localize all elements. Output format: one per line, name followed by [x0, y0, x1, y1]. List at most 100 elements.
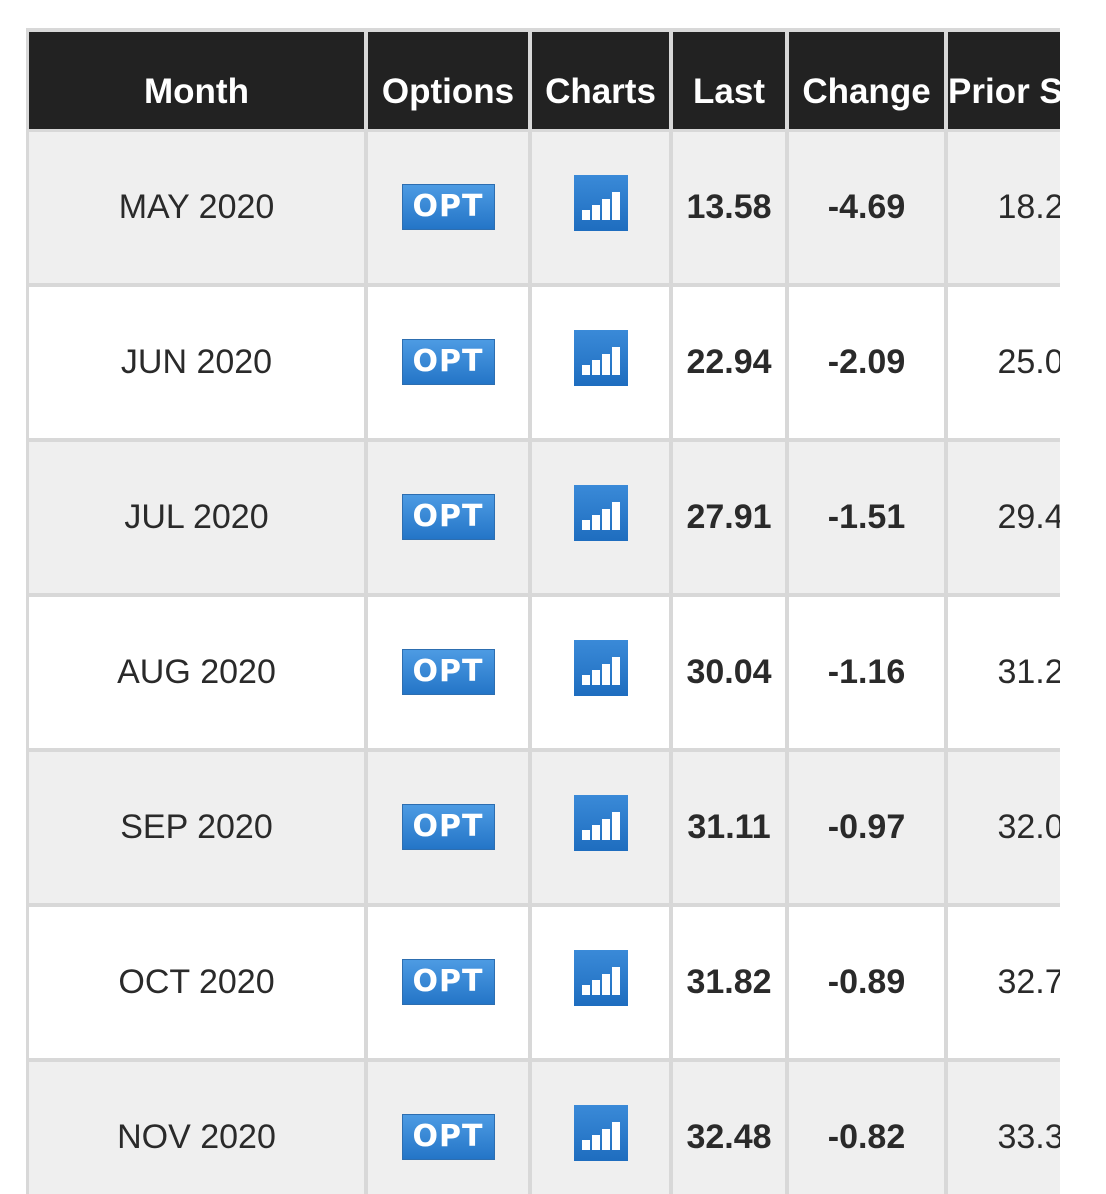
opt-button[interactable]: OPT	[401, 183, 495, 230]
chart-icon-bar	[611, 346, 620, 375]
charts-cell	[532, 442, 673, 597]
table-row: JUL 2020 OPT 27.91-1.5129.42	[26, 442, 1060, 597]
chart-icon-bar	[591, 979, 600, 995]
chart-icon-bar	[581, 1139, 590, 1150]
charts-cell	[532, 132, 673, 287]
chart-icon-bar	[581, 209, 590, 220]
chart-icon-bar	[581, 829, 590, 840]
opt-button[interactable]: OPT	[401, 493, 495, 540]
prior-settle-cell: 18.27	[948, 132, 1060, 287]
last-price-cell: 27.91	[673, 442, 789, 597]
last-price-cell: 31.11	[673, 752, 789, 907]
table-row: NOV 2020 OPT 32.48-0.8233.30	[26, 1062, 1060, 1194]
chart-icon-bar	[601, 508, 610, 530]
header-last[interactable]: Last	[673, 28, 789, 132]
chart-icon-bar	[591, 204, 600, 220]
chart-icon-bar	[581, 674, 590, 685]
last-price-cell: 30.04	[673, 597, 789, 752]
last-price-cell: 32.48	[673, 1062, 789, 1194]
prior-settle-cell: 29.42	[948, 442, 1060, 597]
table-row: AUG 2020 OPT 30.04-1.1631.20	[26, 597, 1060, 752]
futures-quotes-table: Month Options Charts Last Change Prior S…	[26, 28, 1060, 1194]
bar-chart-icon[interactable]	[573, 484, 628, 541]
chart-icon-bar	[601, 663, 610, 685]
prior-settle-cell: 32.71	[948, 907, 1060, 1062]
chart-icon-bar	[611, 1121, 620, 1150]
month-cell: JUN 2020	[26, 287, 368, 442]
prior-settle-cell: 32.08	[948, 752, 1060, 907]
change-cell: -0.97	[789, 752, 948, 907]
table-row: JUN 2020 OPT 22.94-2.0925.03	[26, 287, 1060, 442]
bar-chart-icon[interactable]	[573, 329, 628, 386]
header-prior-settle[interactable]: Prior S	[948, 28, 1060, 132]
month-cell: AUG 2020	[26, 597, 368, 752]
chart-icon-bar	[581, 984, 590, 995]
change-cell: -1.51	[789, 442, 948, 597]
options-cell: OPT	[368, 907, 532, 1062]
table-row: SEP 2020 OPT 31.11-0.9732.08	[26, 752, 1060, 907]
options-cell: OPT	[368, 752, 532, 907]
options-cell: OPT	[368, 132, 532, 287]
options-cell: OPT	[368, 442, 532, 597]
chart-icon-bar	[611, 501, 620, 530]
chart-icon-bar	[591, 359, 600, 375]
header-options[interactable]: Options	[368, 28, 532, 132]
opt-button[interactable]: OPT	[401, 338, 495, 385]
chart-icon-bar	[611, 966, 620, 995]
last-price-cell: 31.82	[673, 907, 789, 1062]
header-month[interactable]: Month	[26, 28, 368, 132]
charts-cell	[532, 287, 673, 442]
change-cell: -4.69	[789, 132, 948, 287]
month-cell: SEP 2020	[26, 752, 368, 907]
prior-settle-cell: 25.03	[948, 287, 1060, 442]
change-cell: -1.16	[789, 597, 948, 752]
options-cell: OPT	[368, 1062, 532, 1194]
last-price-cell: 13.58	[673, 132, 789, 287]
bar-chart-icon[interactable]	[573, 174, 628, 231]
chart-icon-bar	[601, 1128, 610, 1150]
header-row: Month Options Charts Last Change Prior S	[26, 28, 1060, 132]
opt-button[interactable]: OPT	[401, 648, 495, 695]
charts-cell	[532, 1062, 673, 1194]
bar-chart-icon[interactable]	[573, 949, 628, 1006]
opt-button[interactable]: OPT	[401, 1113, 495, 1160]
bar-chart-icon[interactable]	[573, 639, 628, 696]
charts-cell	[532, 752, 673, 907]
change-cell: -0.89	[789, 907, 948, 1062]
options-cell: OPT	[368, 597, 532, 752]
table-row: OCT 2020 OPT 31.82-0.8932.71	[26, 907, 1060, 1062]
change-cell: -0.82	[789, 1062, 948, 1194]
opt-button[interactable]: OPT	[401, 958, 495, 1005]
chart-icon-bar	[601, 973, 610, 995]
chart-icon-bar	[591, 669, 600, 685]
last-price-cell: 22.94	[673, 287, 789, 442]
options-cell: OPT	[368, 287, 532, 442]
chart-icon-bar	[601, 353, 610, 375]
bar-chart-icon[interactable]	[573, 1104, 628, 1161]
month-cell: JUL 2020	[26, 442, 368, 597]
table-row: MAY 2020 OPT 13.58-4.6918.27	[26, 132, 1060, 287]
chart-icon-bar	[591, 1134, 600, 1150]
chart-icon-bar	[581, 519, 590, 530]
header-change[interactable]: Change	[789, 28, 948, 132]
prior-settle-cell: 31.20	[948, 597, 1060, 752]
chart-icon-bar	[601, 198, 610, 220]
bar-chart-icon[interactable]	[573, 794, 628, 851]
chart-icon-bar	[591, 514, 600, 530]
charts-cell	[532, 907, 673, 1062]
chart-icon-bar	[611, 656, 620, 685]
chart-icon-bar	[581, 364, 590, 375]
chart-icon-bar	[611, 191, 620, 220]
month-cell: NOV 2020	[26, 1062, 368, 1194]
chart-icon-bar	[591, 824, 600, 840]
quotes-viewport: Month Options Charts Last Change Prior S…	[0, 0, 1060, 1194]
chart-icon-bar	[601, 818, 610, 840]
charts-cell	[532, 597, 673, 752]
month-cell: MAY 2020	[26, 132, 368, 287]
prior-settle-cell: 33.30	[948, 1062, 1060, 1194]
chart-icon-bar	[611, 811, 620, 840]
month-cell: OCT 2020	[26, 907, 368, 1062]
opt-button[interactable]: OPT	[401, 803, 495, 850]
change-cell: -2.09	[789, 287, 948, 442]
header-charts[interactable]: Charts	[532, 28, 673, 132]
